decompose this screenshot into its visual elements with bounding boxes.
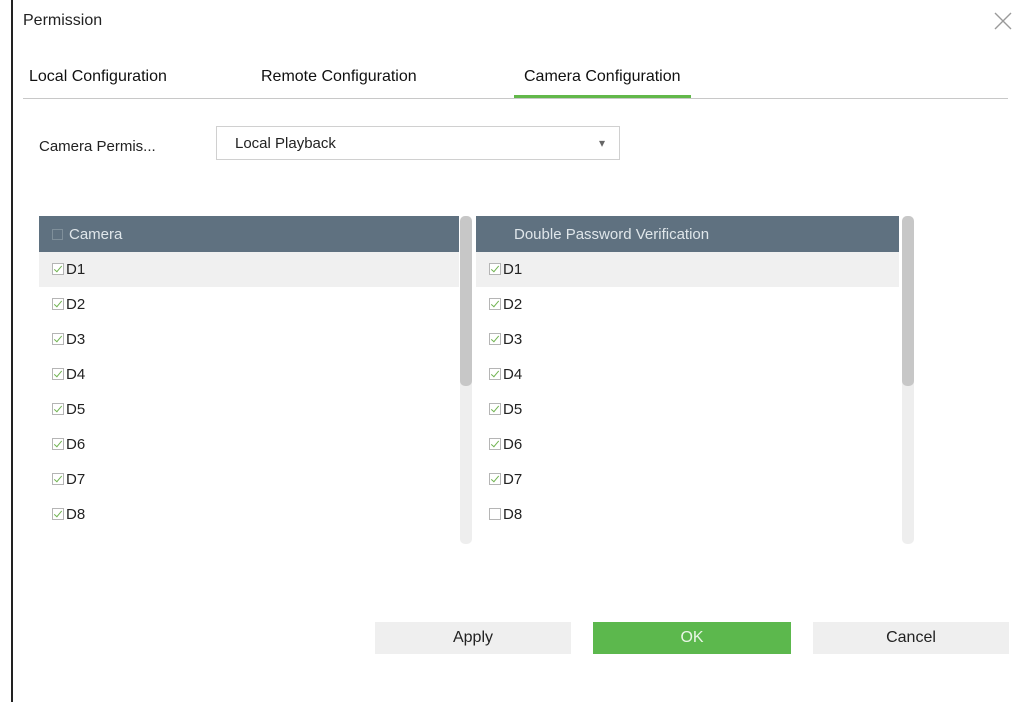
camera-checkbox[interactable] [52,403,64,415]
ok-button[interactable]: OK [593,622,791,654]
camera-row[interactable]: D5 [39,392,459,427]
double-password-list-rows: D1 D2 D3 D4 D5 D6 D7 D8 [476,252,899,532]
double-password-checkbox[interactable] [489,263,501,275]
double-password-label: D5 [503,401,523,418]
camera-label: D8 [66,506,86,523]
double-password-label: D1 [503,261,523,278]
double-password-row[interactable]: D8 [476,497,899,532]
double-password-row[interactable]: D1 [476,252,899,287]
camera-row[interactable]: D3 [39,322,459,357]
camera-row[interactable]: D6 [39,427,459,462]
camera-permission-select[interactable]: Local Playback ▾ [216,126,620,160]
tab-remote-configuration[interactable]: Remote Configuration [261,68,417,86]
double-password-row[interactable]: D2 [476,287,899,322]
camera-list-header-label: Camera [69,226,123,243]
tab-local-configuration[interactable]: Local Configuration [29,68,167,86]
double-password-checkbox[interactable] [489,473,501,485]
camera-permission-label: Camera Permis... [39,138,156,155]
camera-list-scrollbar[interactable] [460,216,472,544]
select-all-checkbox[interactable] [52,229,63,240]
double-password-checkbox[interactable] [489,403,501,415]
camera-checkbox[interactable] [52,508,64,520]
camera-checkbox[interactable] [52,263,64,275]
camera-row[interactable]: D4 [39,357,459,392]
double-password-row[interactable]: D3 [476,322,899,357]
camera-row[interactable]: D7 [39,462,459,497]
double-password-checkbox[interactable] [489,333,501,345]
camera-checkbox[interactable] [52,473,64,485]
double-password-checkbox[interactable] [489,368,501,380]
camera-label: D6 [66,436,86,453]
double-password-checkbox[interactable] [489,298,501,310]
camera-row[interactable]: D2 [39,287,459,322]
camera-label: D1 [66,261,86,278]
camera-label: D2 [66,296,86,313]
camera-list: Camera D1 D2 D3 D4 D5 D6 D7 D8 [39,216,459,544]
double-password-list-scroll-thumb[interactable] [902,216,914,386]
double-password-list-header: Double Password Verification [476,216,899,252]
double-password-row[interactable]: D4 [476,357,899,392]
tab-bar: Local Configuration Remote Configuration… [23,60,1008,99]
dialog-title: Permission [23,12,103,29]
double-password-label: D2 [503,296,523,313]
double-password-label: D3 [503,331,523,348]
camera-label: D5 [66,401,86,418]
double-password-list-scrollbar[interactable] [902,216,914,544]
chevron-down-icon: ▾ [598,136,605,150]
camera-label: D4 [66,366,86,383]
camera-checkbox[interactable] [52,438,64,450]
double-password-label: D4 [503,366,523,383]
double-password-label: D8 [503,506,523,523]
double-password-label: D6 [503,436,523,453]
double-password-label: D7 [503,471,523,488]
camera-list-scroll-thumb[interactable] [460,216,472,386]
camera-checkbox[interactable] [52,298,64,310]
permission-dialog: Permission Local Configuration Remote Co… [11,0,1022,702]
camera-checkbox[interactable] [52,368,64,380]
camera-list-rows: D1 D2 D3 D4 D5 D6 D7 D8 [39,252,459,532]
double-password-checkbox[interactable] [489,438,501,450]
apply-button[interactable]: Apply [375,622,571,654]
double-password-row[interactable]: D6 [476,427,899,462]
double-password-checkbox[interactable] [489,508,501,520]
camera-checkbox[interactable] [52,333,64,345]
double-password-list-header-label: Double Password Verification [514,226,710,243]
close-icon[interactable] [992,10,1014,32]
tab-camera-configuration[interactable]: Camera Configuration [514,68,691,98]
camera-row[interactable]: D1 [39,252,459,287]
double-password-list: Double Password Verification D1 D2 D3 D4 D5 D… [476,216,899,544]
camera-label: D3 [66,331,86,348]
double-password-row[interactable]: D7 [476,462,899,497]
camera-list-header: Camera [39,216,459,252]
camera-row[interactable]: D8 [39,497,459,532]
camera-permission-value: Local Playback [235,135,336,152]
double-password-row[interactable]: D5 [476,392,899,427]
cancel-button[interactable]: Cancel [813,622,1009,654]
camera-label: D7 [66,471,86,488]
